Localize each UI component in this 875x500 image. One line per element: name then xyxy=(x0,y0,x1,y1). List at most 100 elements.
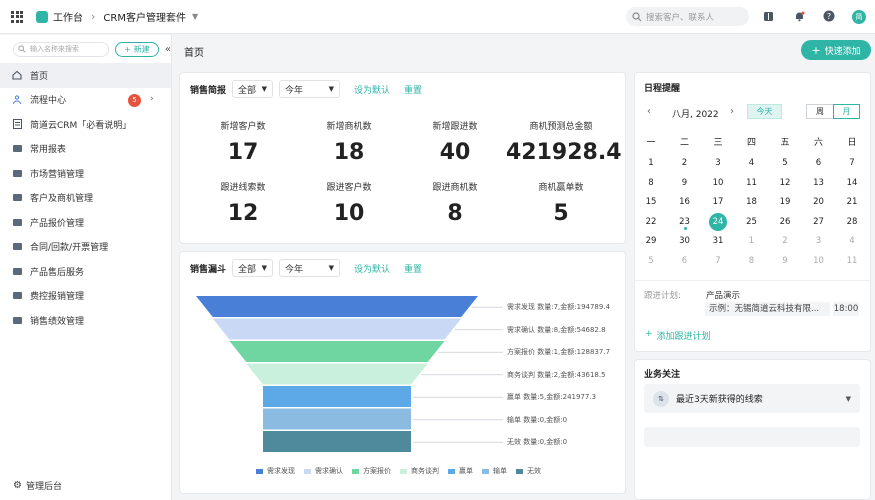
calendar-day[interactable]: 21 xyxy=(842,193,862,211)
funnel-segment-0[interactable] xyxy=(196,296,478,317)
legend-item[interactable]: 需求发现 xyxy=(256,466,295,476)
calendar-day[interactable]: 8 xyxy=(742,252,762,270)
calendar-day[interactable]: 5 xyxy=(775,154,795,172)
legend-item[interactable]: 无效 xyxy=(516,466,541,476)
legend-swatch xyxy=(482,468,489,474)
calendar-day-today[interactable]: 24 xyxy=(709,213,727,231)
plan-label: 跟进计划: xyxy=(644,291,681,301)
calendar-day[interactable]: 30 xyxy=(675,232,695,250)
calendar-day[interactable]: 6 xyxy=(675,252,695,270)
funnel-label: 商务谈判 数量:2,金额:43618.5 xyxy=(507,370,606,379)
calendar-day[interactable]: 9 xyxy=(775,252,795,270)
calendar-day[interactable]: 7 xyxy=(842,154,862,172)
calendar-day[interactable]: 28 xyxy=(842,213,862,231)
legend-swatch xyxy=(304,468,311,474)
funnel-label: 赢单 数量:5,金额:241977.3 xyxy=(507,393,597,402)
event-dot xyxy=(684,227,687,230)
schedule-title: 日程提醒 xyxy=(644,84,681,94)
calendar-day[interactable]: 2 xyxy=(675,154,695,172)
focus-item[interactable]: ⇅ 最近3天新获得的线索 ▼ xyxy=(644,384,860,413)
calendar-day[interactable]: 15 xyxy=(641,193,661,211)
chevron-down-icon: ▼ xyxy=(845,394,851,403)
calendar-day[interactable]: 5 xyxy=(641,252,661,270)
calendar-day[interactable]: 8 xyxy=(641,174,661,192)
plus-icon: + xyxy=(645,329,653,339)
calendar-day[interactable]: 17 xyxy=(708,193,728,211)
funnel-legend: 需求发现 需求确认 方案报价 商务谈判 赢单 输单 无效 xyxy=(256,466,550,476)
legend-label: 无效 xyxy=(527,467,541,475)
funnel-label: 方案报价 数量:1,金额:128837.7 xyxy=(507,348,611,357)
weekday-header: 日 xyxy=(847,138,857,148)
focus-item-collapsed[interactable] xyxy=(644,427,860,447)
calendar-day[interactable]: 26 xyxy=(775,213,795,231)
calendar-day[interactable]: 2 xyxy=(775,232,795,250)
calendar-day[interactable]: 3 xyxy=(809,232,829,250)
calendar-day[interactable]: 10 xyxy=(708,174,728,192)
add-plan-label: 添加跟进计划 xyxy=(656,332,711,342)
legend-swatch xyxy=(400,468,407,474)
calendar-day[interactable]: 22 xyxy=(641,213,661,231)
calendar-day[interactable]: 13 xyxy=(809,174,829,192)
leads-icon: ⇅ xyxy=(653,390,669,407)
funnel-label: 需求确认 数量:8,金额:54682.8 xyxy=(507,325,606,334)
funnel-segment-4[interactable] xyxy=(263,386,411,407)
calendar-day[interactable]: 6 xyxy=(809,154,829,172)
calendar-day[interactable]: 25 xyxy=(742,213,762,231)
next-month-icon[interactable]: › xyxy=(730,106,734,117)
calendar-day[interactable]: 4 xyxy=(742,154,762,172)
weekday-header: 五 xyxy=(780,138,790,148)
calendar-day[interactable]: 16 xyxy=(675,193,695,211)
legend-swatch xyxy=(256,468,263,474)
legend-item[interactable]: 输单 xyxy=(482,466,507,476)
funnel-segment-2[interactable] xyxy=(229,341,445,362)
legend-label: 赢单 xyxy=(459,467,473,475)
calendar-day[interactable]: 7 xyxy=(708,252,728,270)
calendar-day[interactable]: 31 xyxy=(708,232,728,250)
weekday-header: 六 xyxy=(813,138,823,148)
calendar-day[interactable]: 11 xyxy=(842,252,862,270)
calendar-day[interactable]: 14 xyxy=(842,174,862,192)
funnel-segment-3[interactable] xyxy=(246,363,428,385)
calendar-day[interactable]: 12 xyxy=(775,174,795,192)
funnel-segment-1[interactable] xyxy=(212,318,462,340)
legend-item[interactable]: 赢单 xyxy=(448,466,473,476)
calendar-day[interactable]: 18 xyxy=(742,193,762,211)
legend-label: 商务谈判 xyxy=(411,467,439,475)
add-plan-link[interactable]: + 添加跟进计划 xyxy=(645,329,711,342)
calendar-day[interactable]: 9 xyxy=(675,174,695,192)
weekday-header: 二 xyxy=(679,138,689,148)
weekday-header: 一 xyxy=(646,138,656,148)
calendar-day[interactable]: 1 xyxy=(742,232,762,250)
legend-label: 需求确认 xyxy=(315,467,343,475)
legend-swatch xyxy=(516,468,523,474)
legend-item[interactable]: 需求确认 xyxy=(304,466,343,476)
calendar-day[interactable]: 20 xyxy=(809,193,829,211)
calendar-day[interactable]: 3 xyxy=(708,154,728,172)
calendar-day[interactable]: 4 xyxy=(842,232,862,250)
legend-item[interactable]: 商务谈判 xyxy=(400,466,439,476)
calendar-day[interactable]: 10 xyxy=(809,252,829,270)
prev-month-icon[interactable]: ‹ xyxy=(647,106,651,117)
legend-label: 输单 xyxy=(493,467,507,475)
legend-item[interactable]: 方案报价 xyxy=(352,466,391,476)
month-view-button[interactable]: 月 xyxy=(833,104,860,119)
funnel-label: 输单 数量:0,金额:0 xyxy=(507,415,568,424)
calendar-day[interactable]: 27 xyxy=(809,213,829,231)
funnel-segment-6[interactable] xyxy=(263,431,411,452)
weekday-header: 四 xyxy=(746,138,756,148)
plan-detail[interactable]: 示例：无锡简道云科技有限... xyxy=(705,302,830,316)
plan-time: 18:00 xyxy=(833,302,859,316)
plan-title: 产品演示 xyxy=(706,291,741,301)
calendar-day[interactable]: 19 xyxy=(775,193,795,211)
month-label: 八月, 2022 xyxy=(672,110,719,120)
business-focus-title: 业务关注 xyxy=(644,370,681,380)
legend-label: 方案报价 xyxy=(363,467,391,475)
week-view-button[interactable]: 周 xyxy=(806,104,834,119)
calendar-day[interactable]: 11 xyxy=(742,174,762,192)
calendar-day[interactable]: 29 xyxy=(641,232,661,250)
legend-label: 需求发现 xyxy=(267,467,295,475)
funnel-label: 无效 数量:0,金额:0 xyxy=(507,438,568,447)
calendar-day[interactable]: 1 xyxy=(641,154,661,172)
today-button[interactable]: 今天 xyxy=(747,104,782,119)
funnel-segment-5[interactable] xyxy=(263,408,411,430)
